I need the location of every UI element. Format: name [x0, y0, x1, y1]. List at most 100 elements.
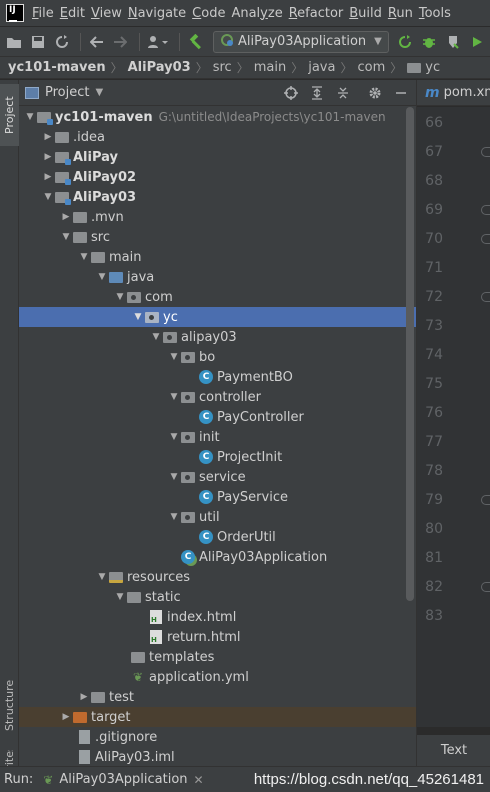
menu-file[interactable]: File — [32, 6, 60, 21]
tree-row-file[interactable]: .gitignore — [19, 727, 416, 747]
collapsed-arrow-icon[interactable]: ▶ — [41, 132, 55, 142]
tool-tab-structure[interactable]: Structure — [0, 670, 19, 740]
tree-row-package[interactable]: ▼ service — [19, 467, 416, 487]
menu-tools[interactable]: Tools — [419, 6, 457, 21]
expanded-arrow-icon[interactable]: ▼ — [167, 392, 181, 402]
breadcrumb-item[interactable]: main — [254, 60, 286, 75]
tree-row-package[interactable]: ▼ controller — [19, 387, 416, 407]
expanded-arrow-icon[interactable]: ▼ — [167, 352, 181, 362]
debug-bug-icon[interactable] — [419, 31, 440, 53]
tree-row-module[interactable]: ▶ AliPay02 — [19, 167, 416, 187]
breadcrumb-item[interactable]: AliPay03 — [128, 60, 191, 75]
expanded-arrow-icon[interactable]: ▼ — [113, 592, 127, 602]
collapse-all-icon[interactable] — [335, 85, 351, 101]
tree-row-class[interactable]: C PaymentBO — [19, 367, 416, 387]
editor-tab-pom[interactable]: m pom.xml — [417, 80, 490, 106]
tree-row-class[interactable]: C OrderUtil — [19, 527, 416, 547]
breadcrumb-item-current[interactable]: yc — [407, 60, 440, 75]
text-tab[interactable]: Text — [441, 743, 467, 758]
tree-scrollbar[interactable] — [406, 107, 414, 601]
tree-row-module[interactable]: ▼ AliPay03 — [19, 187, 416, 207]
expanded-arrow-icon[interactable]: ▼ — [167, 432, 181, 442]
expanded-arrow-icon[interactable]: ▼ — [131, 312, 145, 322]
menu-run[interactable]: Run — [388, 6, 419, 21]
tree-row-folder[interactable]: templates — [19, 647, 416, 667]
breadcrumb-item[interactable]: src — [213, 60, 232, 75]
expanded-arrow-icon[interactable]: ▼ — [113, 292, 127, 302]
tool-tab-project[interactable]: Project — [0, 84, 19, 146]
fold-marker-icon[interactable] — [481, 495, 490, 505]
expanded-arrow-icon[interactable]: ▼ — [95, 572, 109, 582]
fold-marker-icon[interactable] — [481, 292, 490, 302]
menu-refactor[interactable]: Refactor — [289, 6, 350, 21]
rerun-icon[interactable] — [395, 31, 416, 53]
expanded-arrow-icon[interactable]: ▼ — [77, 252, 91, 262]
tree-row-folder[interactable]: ▼ src — [19, 227, 416, 247]
expanded-arrow-icon[interactable]: ▼ — [149, 332, 163, 342]
collapsed-arrow-icon[interactable]: ▶ — [41, 172, 55, 182]
fold-marker-icon[interactable] — [481, 582, 490, 592]
tree-row-file[interactable]: ❦ application.yml — [19, 667, 416, 687]
tree-row-excluded-folder[interactable]: ▶ target — [19, 707, 416, 727]
menu-build[interactable]: Build — [349, 6, 388, 21]
menu-navigate[interactable]: Navigate — [128, 6, 192, 21]
chevron-down-icon[interactable]: ▼ — [95, 87, 103, 98]
tree-row-package[interactable]: ▼ com — [19, 287, 416, 307]
locate-target-icon[interactable] — [283, 85, 299, 101]
tree-row-folder[interactable]: ▼ static — [19, 587, 416, 607]
tree-row-folder[interactable]: ▶ .mvn — [19, 207, 416, 227]
tree-row-source-folder[interactable]: ▼ java — [19, 267, 416, 287]
collapsed-arrow-icon[interactable]: ▶ — [59, 212, 73, 222]
fold-marker-icon[interactable] — [481, 205, 490, 215]
expanded-arrow-icon[interactable]: ▼ — [167, 512, 181, 522]
tree-row-file[interactable]: H index.html — [19, 607, 416, 627]
fold-marker-icon[interactable] — [481, 147, 490, 157]
expanded-arrow-icon[interactable]: ▼ — [41, 192, 55, 202]
expanded-arrow-icon[interactable]: ▼ — [167, 472, 181, 482]
run-tab[interactable]: ❦ AliPay03Application ✕ — [41, 772, 203, 787]
user-icon[interactable] — [145, 31, 171, 53]
sync-icon[interactable] — [52, 31, 73, 53]
tree-row-file[interactable]: AliPay03.iml — [19, 747, 416, 767]
profile-icon[interactable] — [466, 31, 487, 53]
build-hammer-icon[interactable] — [185, 31, 206, 53]
settings-gear-icon[interactable] — [367, 85, 383, 101]
tree-row-folder[interactable]: ▶ test — [19, 687, 416, 707]
collapsed-arrow-icon[interactable]: ▶ — [59, 712, 73, 722]
tree-row-class[interactable]: C PayController — [19, 407, 416, 427]
tree-row-module[interactable]: ▶ AliPay — [19, 147, 416, 167]
hide-panel-icon[interactable] — [393, 85, 409, 101]
breadcrumb-item[interactable]: com — [357, 60, 385, 75]
project-view-select[interactable]: Project — [45, 85, 89, 100]
breadcrumb-item[interactable]: yc101-maven — [8, 60, 106, 75]
tree-row-class[interactable]: C ProjectInit — [19, 447, 416, 467]
menu-view[interactable]: View — [91, 6, 128, 21]
tree-row-class[interactable]: C PayService — [19, 487, 416, 507]
menu-analyze[interactable]: Analyze — [231, 6, 288, 21]
tree-row-root-module[interactable]: ▼ yc101-maven G:\untitled\IdeaProjects\y… — [19, 107, 416, 127]
tree-row-folder[interactable]: ▶ .idea — [19, 127, 416, 147]
menu-code[interactable]: Code — [192, 6, 231, 21]
expanded-arrow-icon[interactable]: ▼ — [23, 112, 37, 122]
expanded-arrow-icon[interactable]: ▼ — [59, 232, 73, 242]
coverage-icon[interactable] — [442, 31, 463, 53]
menu-edit[interactable]: Edit — [60, 6, 91, 21]
breadcrumb-item[interactable]: java — [308, 60, 335, 75]
tree-row-spring-class[interactable]: C AliPay03Application — [19, 547, 416, 567]
tree-row-file[interactable]: H return.html — [19, 627, 416, 647]
open-folder-icon[interactable] — [4, 31, 25, 53]
forward-arrow-icon[interactable] — [110, 31, 131, 53]
expanded-arrow-icon[interactable]: ▼ — [95, 272, 109, 282]
collapsed-arrow-icon[interactable]: ▶ — [77, 692, 91, 702]
close-icon[interactable]: ✕ — [194, 773, 204, 787]
tree-row-folder[interactable]: ▼ main — [19, 247, 416, 267]
tree-row-package[interactable]: ▼ init — [19, 427, 416, 447]
tree-row-package[interactable]: ▼ alipay03 — [19, 327, 416, 347]
back-arrow-icon[interactable] — [86, 31, 107, 53]
tree-row-package[interactable]: ▼ bo — [19, 347, 416, 367]
run-configuration-select[interactable]: AliPay03Application ▼ — [212, 30, 389, 53]
collapsed-arrow-icon[interactable]: ▶ — [41, 152, 55, 162]
tree-row-package[interactable]: ▼ util — [19, 507, 416, 527]
expand-all-icon[interactable] — [309, 85, 325, 101]
fold-marker-icon[interactable] — [481, 234, 490, 244]
